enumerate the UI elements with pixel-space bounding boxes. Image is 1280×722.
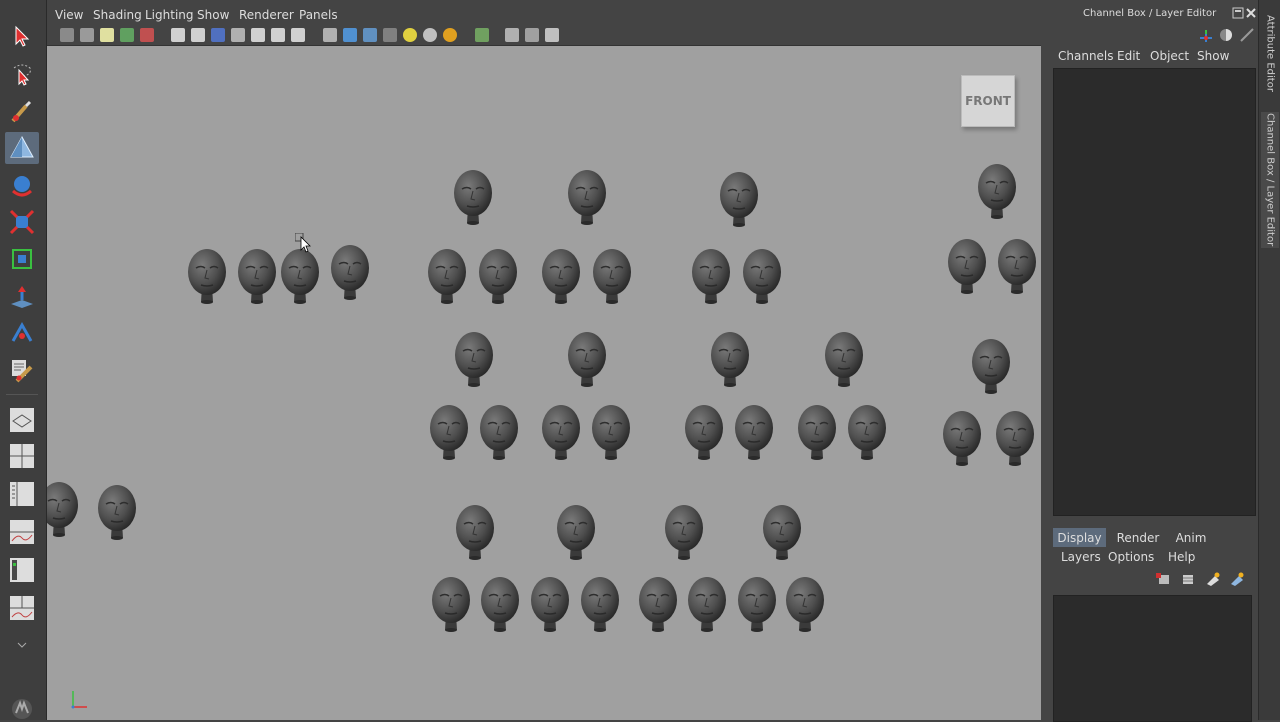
- mouse-cursor-icon: [295, 233, 311, 253]
- head-mesh[interactable]: [237, 248, 277, 305]
- help-menu[interactable]: Help: [1168, 550, 1195, 564]
- head-mesh[interactable]: [427, 248, 467, 305]
- head-mesh[interactable]: [97, 484, 137, 541]
- head-mesh[interactable]: [567, 331, 607, 388]
- paint-select-tool-icon[interactable]: [5, 96, 39, 128]
- universal-manipulator-icon[interactable]: [5, 243, 39, 275]
- head-mesh[interactable]: [762, 504, 802, 561]
- create-layer-from-selected-icon[interactable]: [1229, 572, 1245, 586]
- channel-box-area[interactable]: [1053, 68, 1256, 516]
- tab-render[interactable]: Render: [1110, 528, 1166, 547]
- head-mesh[interactable]: [567, 169, 607, 226]
- head-mesh[interactable]: [541, 248, 581, 305]
- head-mesh[interactable]: [591, 404, 631, 461]
- head-mesh[interactable]: [687, 576, 727, 633]
- tab-attribute-editor[interactable]: Attribute Editor: [1261, 12, 1279, 94]
- head-mesh[interactable]: [971, 338, 1011, 395]
- head-mesh[interactable]: [480, 576, 520, 633]
- head-mesh[interactable]: [942, 410, 982, 467]
- head-mesh[interactable]: [977, 163, 1017, 220]
- channel-box-panel: Channel Box / Layer Editor Channels Edit…: [1042, 0, 1258, 722]
- edit-menu[interactable]: Edit: [1117, 49, 1140, 63]
- show-manipulator-icon[interactable]: [5, 318, 39, 350]
- persp-outliner-layout-icon[interactable]: [5, 478, 39, 510]
- head-mesh[interactable]: [478, 248, 518, 305]
- viewport-panel[interactable]: View Shading Lighting Show Renderer Pane…: [47, 0, 1041, 720]
- head-mesh[interactable]: [453, 169, 493, 226]
- head-mesh[interactable]: [995, 410, 1035, 467]
- soft-modification-icon[interactable]: [5, 281, 39, 313]
- expand-toolbox-icon[interactable]: [5, 634, 39, 656]
- head-mesh[interactable]: [742, 248, 782, 305]
- axis-gizmo-icon: [71, 691, 87, 709]
- head-mesh[interactable]: [479, 404, 519, 461]
- lasso-tool-icon[interactable]: [5, 58, 39, 90]
- select-tool-icon[interactable]: [5, 20, 39, 52]
- channel-box-title: Channel Box / Layer Editor: [1083, 8, 1217, 19]
- head-mesh[interactable]: [280, 248, 320, 305]
- head-mesh[interactable]: [710, 331, 750, 388]
- head-mesh[interactable]: [431, 576, 471, 633]
- head-mesh[interactable]: [691, 248, 731, 305]
- hyperbolic-mode-icon[interactable]: [1239, 27, 1255, 43]
- scale-tool-icon[interactable]: [5, 206, 39, 238]
- head-mesh[interactable]: [638, 576, 678, 633]
- head-mesh[interactable]: [592, 248, 632, 305]
- manipulator-mode-icon[interactable]: [1198, 28, 1214, 44]
- head-mesh[interactable]: [47, 481, 79, 538]
- tab-display[interactable]: Display: [1053, 528, 1106, 547]
- move-layer-up-icon[interactable]: [1155, 572, 1171, 586]
- show-menu[interactable]: Show: [1197, 49, 1229, 63]
- tab-anim[interactable]: Anim: [1168, 528, 1214, 547]
- object-menu[interactable]: Object: [1150, 49, 1189, 63]
- view-cube[interactable]: FRONT: [961, 75, 1015, 127]
- head-mesh[interactable]: [737, 576, 777, 633]
- head-mesh[interactable]: [541, 404, 581, 461]
- tab-channel-box-layer-editor[interactable]: Channel Box / Layer Editor: [1261, 112, 1279, 248]
- head-mesh[interactable]: [454, 331, 494, 388]
- head-mesh[interactable]: [664, 504, 704, 561]
- channel-box-titlebar: Channel Box / Layer Editor: [1042, 0, 1258, 28]
- head-mesh[interactable]: [455, 504, 495, 561]
- create-empty-layer-icon[interactable]: [1205, 572, 1221, 586]
- maya-logo-icon: [5, 696, 39, 720]
- head-mesh[interactable]: [684, 404, 724, 461]
- float-panel-icon[interactable]: [1232, 7, 1244, 19]
- layer-list-area[interactable]: [1053, 595, 1252, 722]
- last-tool-icon[interactable]: [5, 354, 39, 386]
- side-tab-strip: Attribute Editor Channel Box / Layer Edi…: [1258, 0, 1280, 720]
- head-mesh[interactable]: [734, 404, 774, 461]
- speed-mode-icon[interactable]: [1218, 27, 1234, 43]
- head-mesh[interactable]: [797, 404, 837, 461]
- head-mesh[interactable]: [530, 576, 570, 633]
- head-mesh[interactable]: [429, 404, 469, 461]
- channels-menu[interactable]: Channels: [1058, 49, 1114, 63]
- head-meshes[interactable]: [47, 0, 1041, 720]
- head-mesh[interactable]: [556, 504, 596, 561]
- close-panel-icon[interactable]: [1245, 7, 1257, 19]
- head-mesh[interactable]: [997, 238, 1037, 295]
- toolbox: [0, 0, 47, 720]
- head-mesh[interactable]: [785, 576, 825, 633]
- options-menu[interactable]: Options: [1108, 550, 1154, 564]
- move-layer-down-icon[interactable]: [1180, 572, 1196, 586]
- custom-layout-icon[interactable]: [5, 592, 39, 624]
- head-mesh[interactable]: [580, 576, 620, 633]
- move-tool-icon[interactable]: [5, 132, 39, 164]
- layers-menu[interactable]: Layers: [1061, 550, 1101, 564]
- persp-graph-layout-icon[interactable]: [5, 516, 39, 548]
- single-perspective-layout-icon[interactable]: [5, 404, 39, 436]
- head-mesh[interactable]: [187, 248, 227, 305]
- four-view-layout-icon[interactable]: [5, 440, 39, 472]
- head-mesh[interactable]: [719, 171, 759, 228]
- head-mesh[interactable]: [847, 404, 887, 461]
- head-mesh[interactable]: [947, 238, 987, 295]
- hypershade-layout-icon[interactable]: [5, 554, 39, 586]
- rotate-tool-icon[interactable]: [5, 170, 39, 202]
- head-mesh[interactable]: [330, 244, 370, 301]
- head-mesh[interactable]: [824, 331, 864, 388]
